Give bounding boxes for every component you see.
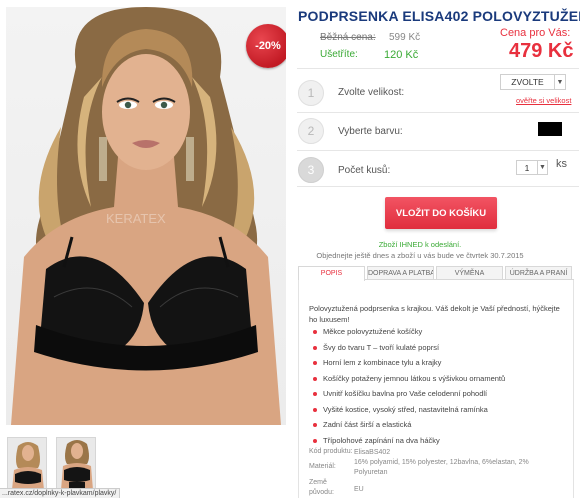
- step-number-1: 1: [298, 80, 324, 106]
- quantity-unit: ks: [556, 158, 567, 170]
- list-item: Měkce polovyztužené košíčky: [313, 326, 505, 342]
- product-tabs: POPIS DOPRAVA A PLATBA VÝMĚNA ÚDRŽBA A P…: [298, 266, 574, 281]
- delivery-info: Objednejte ještě dnes a zboží u vás bude…: [316, 251, 524, 260]
- savings-value: 120 Kč: [384, 49, 419, 61]
- list-item: Uvnitř košíčku bavlna pro Vaše celodenní…: [313, 388, 505, 404]
- color-label: Vyberte barvu:: [338, 126, 403, 137]
- size-select[interactable]: ZVOLTE ▼: [500, 74, 566, 90]
- material-value: 16% polyamid, 15% polyester, 12bavlna, 6…: [354, 459, 529, 476]
- origin-value: EU: [354, 486, 364, 493]
- add-to-cart-button[interactable]: VLOŽIT DO KOŠÍKU: [385, 197, 497, 229]
- stock-status: Zboží IHNED k odeslání.: [378, 240, 462, 249]
- tab-care[interactable]: ÚDRŽBA A PRANÍ: [505, 266, 572, 279]
- discount-badge: -20%: [246, 24, 286, 68]
- origin-label: Země původu:: [309, 479, 334, 496]
- material-label: Materiál:: [309, 463, 336, 470]
- list-item: Košíčky potaženy jemnou látkou s výšivko…: [313, 373, 505, 389]
- bullet-icon: [313, 423, 317, 427]
- color-swatch-black[interactable]: [538, 122, 562, 136]
- list-item: Zadní část širší a elastická: [313, 419, 505, 435]
- size-select-value: ZVOLTE: [511, 77, 544, 87]
- quantity-select[interactable]: 1 ▼: [516, 160, 548, 175]
- product-photo-illustration: KERATEX: [11, 7, 281, 425]
- description-intro: Polovyztužená podprsenka s krajkou. Váš …: [309, 304, 560, 324]
- regular-price: 599 Kč: [389, 32, 421, 43]
- list-item: Švy do tvaru T – tvoří kulaté poprsí: [313, 342, 505, 358]
- list-item: Vyšité kostice, vysoký střed, nastavitel…: [313, 404, 505, 420]
- divider: [297, 186, 579, 187]
- size-label: Zvolte velikost:: [338, 87, 405, 98]
- status-bar-url: ...ratex.cz/doplnky-k-plavkam/plavky/: [0, 488, 120, 498]
- quantity-value: 1: [524, 162, 530, 173]
- divider: [297, 112, 579, 113]
- product-title: PODPRSENKA ELISA402 POLOVYZTUŽENÁ: [298, 8, 580, 24]
- divider: [297, 68, 579, 69]
- product-image[interactable]: KERATEX -20%: [6, 7, 286, 425]
- thumbnail-1-illustration: [8, 438, 46, 488]
- regular-price-label: Běžná cena:: [320, 32, 376, 43]
- thumbnail-2[interactable]: [56, 437, 96, 489]
- divider: [297, 150, 579, 151]
- tab-shipping[interactable]: DOPRAVA A PLATBA: [367, 266, 434, 279]
- tab-description[interactable]: POPIS: [298, 266, 365, 281]
- bullet-icon: [313, 330, 317, 334]
- thumbnail-1[interactable]: [7, 437, 47, 489]
- bullet-icon: [313, 345, 317, 350]
- list-item: Horní lem z kombinace tylu a krajky: [313, 357, 505, 373]
- product-code-label: Kód produktu:: [309, 448, 353, 455]
- step-number-2: 2: [298, 118, 324, 144]
- feature-list: Měkce polovyztužené košíčky Švy do tvaru…: [313, 326, 505, 450]
- chevron-down-icon: ▼: [537, 161, 547, 174]
- your-price: 479 Kč: [509, 40, 574, 62]
- savings-label: Ušetříte:: [320, 49, 358, 60]
- bullet-icon: [313, 438, 317, 443]
- quantity-label: Počet kusů:: [338, 165, 391, 176]
- bullet-icon: [313, 361, 317, 365]
- thumbnail-2-illustration: [57, 438, 95, 488]
- bullet-icon: [313, 392, 317, 396]
- bullet-icon: [313, 407, 317, 412]
- chevron-down-icon: ▼: [554, 75, 565, 89]
- your-price-label: Cena pro Vás:: [500, 27, 571, 39]
- watermark: KERATEX: [106, 211, 166, 226]
- product-code: ElisaBS402: [354, 449, 391, 456]
- tab-exchange[interactable]: VÝMĚNA: [436, 266, 503, 279]
- size-guide-link[interactable]: ověřte si velikost: [516, 96, 571, 105]
- bullet-icon: [313, 376, 317, 381]
- step-number-3: 3: [298, 157, 324, 183]
